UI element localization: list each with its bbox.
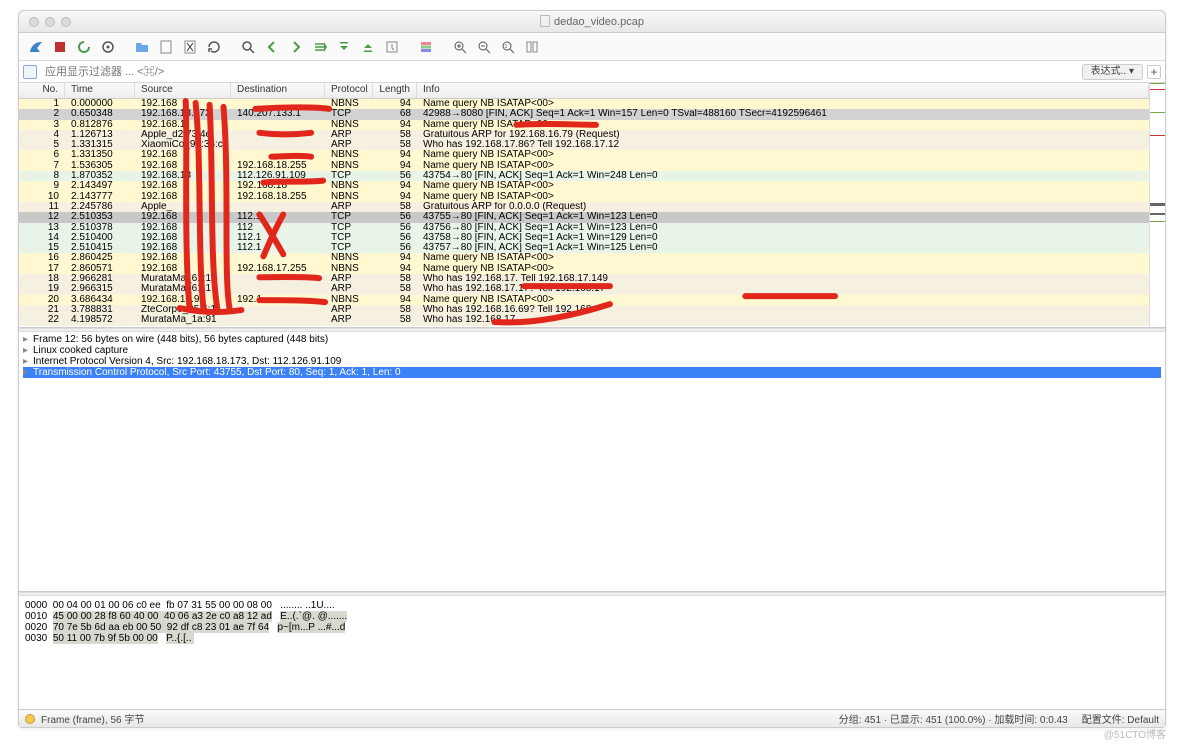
packet-row[interactable]: 81.870352192.168.18112.126.91.109TCP5643… (19, 171, 1149, 181)
close-icon[interactable] (29, 17, 39, 27)
packet-bytes-pane[interactable]: 0000 00 04 00 01 00 06 c0 ee fb 07 31 55… (19, 596, 1165, 709)
packet-row[interactable]: 203.686434192.168.17.9192.1NBNS94Name qu… (19, 295, 1149, 305)
document-icon (540, 15, 550, 27)
packet-list-pane: No. Time Source Destination Protocol Len… (19, 83, 1165, 328)
restart-capture-button[interactable] (73, 36, 95, 58)
watermark: @51CTO博客 (1104, 726, 1166, 741)
status-bar: Frame (frame), 56 字节 分组: 451 · 已显示: 451 … (19, 709, 1165, 727)
packet-row[interactable]: 41.126713Apple_d2:73:4eARP58Gratuitous A… (19, 130, 1149, 140)
status-profile[interactable]: 配置文件: Default (1082, 711, 1159, 726)
zoom-icon[interactable] (61, 17, 71, 27)
detail-line[interactable]: ▸Linux cooked capture (23, 345, 1161, 356)
packet-row[interactable]: 112.245786Apple_ARP58Gratuitous ARP for … (19, 202, 1149, 212)
packet-list-header[interactable]: No. Time Source Destination Protocol Len… (19, 83, 1149, 99)
col-header-no[interactable]: No. (19, 83, 65, 98)
colorize-button[interactable] (415, 36, 437, 58)
options-button[interactable] (97, 36, 119, 58)
go-last-button[interactable] (357, 36, 379, 58)
open-button[interactable] (131, 36, 153, 58)
zoom-out-button[interactable] (473, 36, 495, 58)
packet-row[interactable]: 192.966315MurataMa_61:1ARP58Who has 192.… (19, 284, 1149, 294)
packet-row[interactable]: 10.000000192.168NBNS94Name query NB ISAT… (19, 99, 1149, 109)
packet-row[interactable]: 61.331350192.168NBNS94Name query NB ISAT… (19, 150, 1149, 160)
packet-row[interactable]: 142.510400192.168112.1TCP5643758→80 [FIN… (19, 233, 1149, 243)
go-first-button[interactable] (333, 36, 355, 58)
resize-columns-button[interactable] (521, 36, 543, 58)
packet-row[interactable]: 71.536305192.168192.168.18.255NBNS94Name… (19, 161, 1149, 171)
svg-text:1: 1 (505, 44, 508, 50)
display-filter-bar: 表达式.. ▾ + (19, 61, 1165, 83)
bookmark-icon[interactable] (23, 65, 37, 79)
packet-row[interactable]: 30.812876192.168.1NBNS94Name query NB IS… (19, 120, 1149, 130)
status-packet-count: 分组: 451 · 已显示: 451 (100.0%) · 加载时间: 0:0.… (839, 711, 1068, 726)
packet-row[interactable]: 132.510378192.168112TCP5643756→80 [FIN, … (19, 223, 1149, 233)
find-button[interactable] (237, 36, 259, 58)
hex-line[interactable]: 0010 45 00 00 28 f8 60 40 00 40 06 a3 2e… (25, 611, 1159, 622)
close-file-button[interactable] (179, 36, 201, 58)
packet-row[interactable]: 122.510353192.168112.1TCP5643755→80 [FIN… (19, 212, 1149, 222)
packet-row[interactable]: 213.788831ZteCorpo_95:6:1ARP58Who has 19… (19, 305, 1149, 315)
minimize-icon[interactable] (45, 17, 55, 27)
go-back-button[interactable] (261, 36, 283, 58)
hex-line[interactable]: 0030 50 11 00 7b 9f 5b 00 00 P..{.[.. (25, 633, 1159, 644)
window-title: dedao_video.pcap (19, 15, 1165, 28)
col-header-length[interactable]: Length (373, 83, 417, 98)
packet-list-body[interactable]: 10.000000192.168NBNS94Name query NB ISAT… (19, 99, 1149, 327)
detail-line[interactable]: ▸Internet Protocol Version 4, Src: 192.1… (23, 356, 1161, 367)
hex-line[interactable]: 0020 70 7e 5b 6d aa eb 00 50 92 df c8 23… (25, 622, 1159, 633)
stop-capture-button[interactable] (49, 36, 71, 58)
hex-line[interactable]: 0000 00 04 00 01 00 06 c0 ee fb 07 31 55… (25, 600, 1159, 611)
toolbar: 1 (19, 33, 1165, 61)
packet-row[interactable]: 92.143497192.168192.168.18NBNS94Name que… (19, 181, 1149, 191)
col-header-source[interactable]: Source (135, 83, 231, 98)
packet-row[interactable]: 162.860425192.168NBNS94Name query NB ISA… (19, 253, 1149, 263)
zoom-reset-button[interactable]: 1 (497, 36, 519, 58)
app-window: dedao_video.pcap 1 表达式.. ▾ + (18, 10, 1166, 728)
add-filter-button[interactable]: + (1147, 65, 1161, 79)
packet-details-pane[interactable]: ▸Frame 12: 56 bytes on wire (448 bits), … (19, 332, 1165, 592)
display-filter-input[interactable] (41, 63, 1078, 81)
expression-button[interactable]: 表达式.. ▾ (1082, 64, 1143, 80)
col-header-time[interactable]: Time (65, 83, 135, 98)
col-header-info[interactable]: Info (417, 83, 1149, 98)
save-button[interactable] (155, 36, 177, 58)
packet-mini-map[interactable] (1149, 83, 1165, 327)
expert-info-icon[interactable] (25, 714, 35, 724)
zoom-in-button[interactable] (449, 36, 471, 58)
packet-row[interactable]: 172.860571192.168192.168.17.255NBNS94Nam… (19, 264, 1149, 274)
col-header-protocol[interactable]: Protocol (325, 83, 373, 98)
detail-line[interactable]: ▸Frame 12: 56 bytes on wire (448 bits), … (23, 334, 1161, 345)
reload-button[interactable] (203, 36, 225, 58)
goto-packet-button[interactable] (309, 36, 331, 58)
packet-row[interactable]: 182.966281MurataMa_61:1ARP58Who has 192.… (19, 274, 1149, 284)
auto-scroll-button[interactable] (381, 36, 403, 58)
packet-row[interactable]: 224.198572MurataMa_1a:91ARP58Who has 192… (19, 315, 1149, 325)
packet-row[interactable]: 152.510415192.168112.1TCP5643757→80 [FIN… (19, 243, 1149, 253)
col-header-destination[interactable]: Destination (231, 83, 325, 98)
packet-row[interactable]: 51.331315XiaomiCo_95:36:c9ARP58Who has 1… (19, 140, 1149, 150)
detail-line[interactable]: ▸Transmission Control Protocol, Src Port… (23, 367, 1161, 378)
status-left-text: Frame (frame), 56 字节 (41, 711, 144, 726)
go-forward-button[interactable] (285, 36, 307, 58)
packet-row[interactable]: 20.650348192.168.18.173140.207.133.1TCP6… (19, 109, 1149, 119)
packet-row[interactable]: 102.143777192.168192.168.18.255NBNS94Nam… (19, 192, 1149, 202)
shark-fin-icon[interactable] (25, 36, 47, 58)
titlebar[interactable]: dedao_video.pcap (19, 11, 1165, 33)
